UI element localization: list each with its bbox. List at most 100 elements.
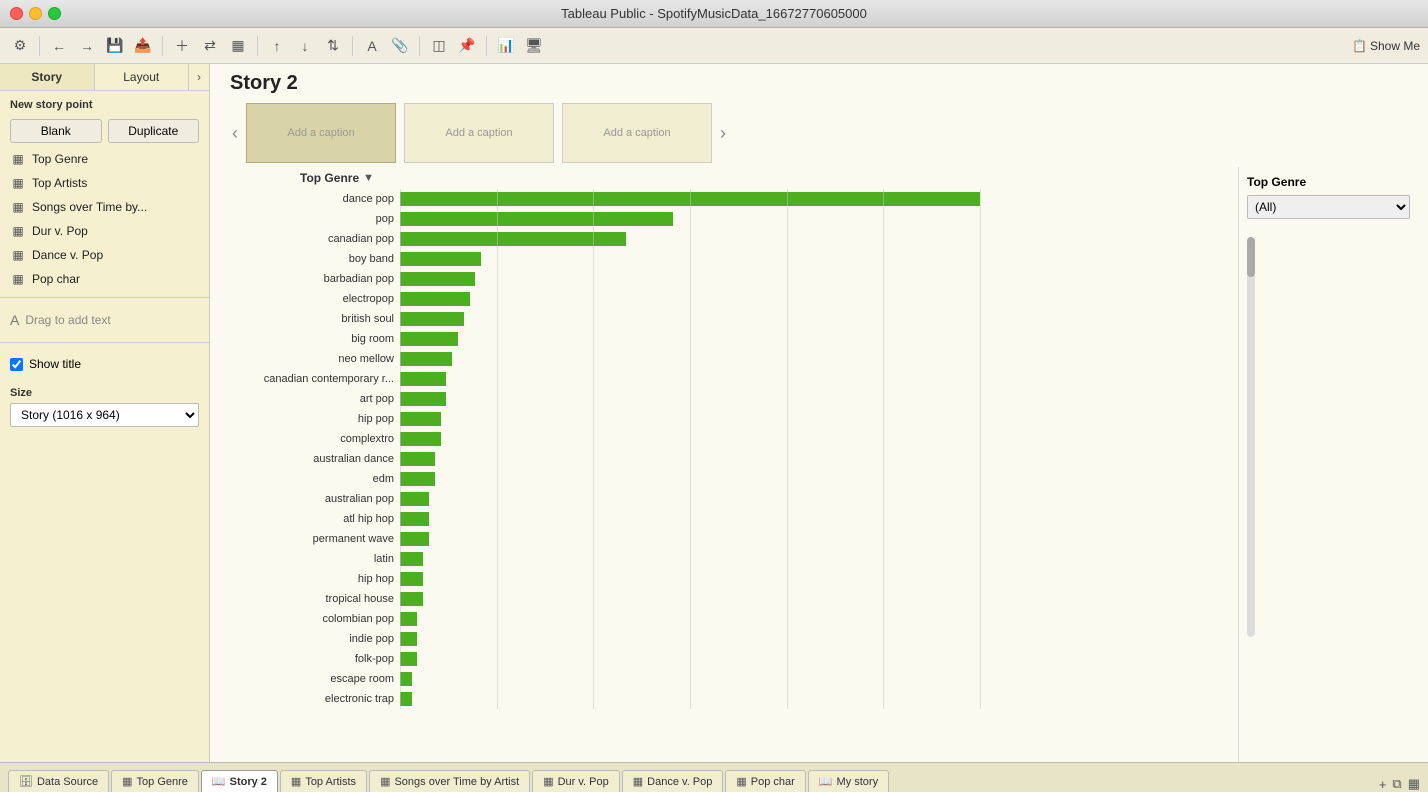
sort-asc[interactable]: ↑ (265, 34, 289, 58)
sidebar-item-top-artists[interactable]: ▦ Top Artists (0, 171, 209, 195)
bar[interactable] (400, 392, 446, 406)
window-controls (10, 7, 61, 20)
tab-label: Dur v. Pop (558, 776, 609, 788)
caption-prev[interactable]: ‹ (226, 123, 244, 144)
bottom-tab-my-story[interactable]: 📖My story (808, 770, 889, 792)
bar[interactable] (400, 672, 412, 686)
filter-icon[interactable]: ▼ (363, 172, 374, 184)
caption-box-0[interactable]: Add a caption (246, 103, 396, 163)
bar[interactable] (400, 492, 429, 506)
swap-button[interactable]: ⇄ (198, 34, 222, 58)
show-me-button[interactable]: 📋 Show Me (1352, 39, 1420, 53)
bar[interactable] (400, 372, 446, 386)
bottom-tab-dur-v.-pop[interactable]: ▦Dur v. Pop (532, 770, 620, 792)
sidebar-item-songs-over-time-by...[interactable]: ▦ Songs over Time by... (0, 195, 209, 219)
bar-row (400, 669, 1238, 689)
drag-text-area[interactable]: A Drag to add text (0, 304, 209, 336)
tab-layout[interactable]: Layout (95, 64, 190, 90)
new-ds-button[interactable]: ＋ (170, 34, 194, 58)
blank-button[interactable]: Blank (10, 119, 102, 143)
tab-icon: 📖 (212, 775, 226, 788)
bar-row (400, 489, 1238, 509)
bar[interactable] (400, 272, 475, 286)
filter-scrollbar[interactable] (1247, 237, 1255, 637)
sidebar-item-top-genre[interactable]: ▦ Top Genre (0, 147, 209, 171)
bottom-tab-pop-char[interactable]: ▦Pop char (725, 770, 805, 792)
forward-button[interactable]: → (75, 34, 99, 58)
caption-box-1[interactable]: Add a caption (404, 103, 554, 163)
bar[interactable] (400, 512, 429, 526)
sidebar-close[interactable]: › (189, 64, 209, 90)
save-button[interactable]: 💾 (103, 34, 127, 58)
bottom-tab-dance-v.-pop[interactable]: ▦Dance v. Pop (622, 770, 724, 792)
bar[interactable] (400, 412, 441, 426)
bar-row (400, 389, 1238, 409)
sidebar-item-pop-char[interactable]: ▦ Pop char (0, 267, 209, 291)
bar-row (400, 189, 1238, 209)
bar-row (400, 469, 1238, 489)
grid-icon: ▦ (10, 247, 26, 263)
bar[interactable] (400, 332, 458, 346)
bar[interactable] (400, 652, 417, 666)
bar[interactable] (400, 632, 417, 646)
sidebar-item-dance-v.-pop[interactable]: ▦ Dance v. Pop (0, 243, 209, 267)
sort-auto[interactable]: ⇅ (321, 34, 345, 58)
annotation-btn[interactable]: 📎 (388, 34, 412, 58)
duplicate-sheet-icon[interactable]: ⧉ (1392, 776, 1401, 792)
filter-select[interactable]: (All) (1247, 195, 1410, 219)
add-sheet-icon[interactable]: + (1379, 777, 1387, 792)
bottom-tab-songs-over-time-by-artist[interactable]: ▦Songs over Time by Artist (369, 770, 530, 792)
bar[interactable] (400, 232, 626, 246)
genre-label: pop (220, 209, 394, 229)
bar[interactable] (400, 212, 673, 226)
tableau-icon[interactable]: ⚙ (8, 34, 32, 58)
bar[interactable] (400, 432, 441, 446)
pin-btn[interactable]: 📌 (455, 34, 479, 58)
bar[interactable] (400, 572, 423, 586)
sidebar-item-dur-v.-pop[interactable]: ▦ Dur v. Pop (0, 219, 209, 243)
bar-row (400, 269, 1238, 289)
bar[interactable] (400, 552, 423, 566)
caption-box-2[interactable]: Add a caption (562, 103, 712, 163)
bar[interactable] (400, 472, 435, 486)
bar[interactable] (400, 452, 435, 466)
bar[interactable] (400, 252, 481, 266)
device-btn[interactable]: 🖥 (522, 34, 546, 58)
bar[interactable] (400, 292, 470, 306)
show-title-checkbox[interactable] (10, 358, 23, 371)
format-btn[interactable]: ◫ (427, 34, 451, 58)
bottom-tab-top-artists[interactable]: ▦Top Artists (280, 770, 367, 792)
caption-next[interactable]: › (714, 123, 732, 144)
bar[interactable] (400, 312, 464, 326)
back-button[interactable]: ← (47, 34, 71, 58)
bottom-tab-data-source[interactable]: 🗄Data Source (8, 770, 109, 792)
close-button[interactable] (10, 7, 23, 20)
tab-label: Data Source (37, 776, 98, 788)
bottom-tab-story-2[interactable]: 📖Story 2 (201, 770, 278, 792)
size-select[interactable]: Story (1016 x 964) (10, 403, 199, 427)
genre-label: hip hop (220, 569, 394, 589)
bar-row (400, 609, 1238, 629)
bar[interactable] (400, 592, 423, 606)
grid-view-icon[interactable]: ▦ (1408, 776, 1420, 792)
bar[interactable] (400, 352, 452, 366)
tab-story[interactable]: Story (0, 64, 95, 90)
show-title-area[interactable]: Show title (0, 349, 209, 379)
bar[interactable] (400, 192, 980, 206)
bottom-tab-top-genre[interactable]: ▦Top Genre (111, 770, 199, 792)
tab-icon: ▦ (736, 775, 746, 788)
group-button[interactable]: ▦ (226, 34, 250, 58)
sort-desc[interactable]: ↓ (293, 34, 317, 58)
publish-button[interactable]: 📤 (131, 34, 155, 58)
highlight-btn[interactable]: A (360, 34, 384, 58)
bar[interactable] (400, 612, 417, 626)
viz-type-btn[interactable]: 📊 (494, 34, 518, 58)
bottom-tabs: 🗄Data Source▦Top Genre📖Story 2▦Top Artis… (0, 762, 1428, 792)
tab-icon: ▦ (122, 775, 132, 788)
bar-row (400, 509, 1238, 529)
bar[interactable] (400, 692, 412, 706)
bar[interactable] (400, 532, 429, 546)
maximize-button[interactable] (48, 7, 61, 20)
duplicate-button[interactable]: Duplicate (108, 119, 200, 143)
minimize-button[interactable] (29, 7, 42, 20)
